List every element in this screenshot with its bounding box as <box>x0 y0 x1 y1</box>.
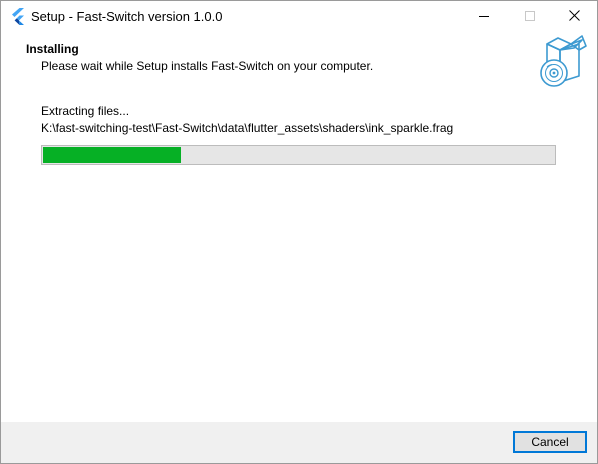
wizard-content: Extracting files... K:\fast-switching-te… <box>1 90 597 422</box>
window-title: Setup - Fast-Switch version 1.0.0 <box>31 9 223 24</box>
status-label: Extracting files... <box>41 104 130 118</box>
progress-bar <box>41 145 556 165</box>
wizard-footer: Cancel <box>1 422 597 463</box>
minimize-button[interactable] <box>461 1 507 32</box>
close-icon <box>568 9 580 24</box>
minimize-icon <box>479 10 489 24</box>
maximize-button <box>507 1 553 32</box>
flutter-logo-icon <box>11 8 25 25</box>
close-button[interactable] <box>551 1 597 32</box>
page-title: Installing <box>26 42 79 56</box>
installer-box-disc-icon <box>538 34 588 90</box>
title-bar[interactable]: Setup - Fast-Switch version 1.0.0 <box>1 1 597 32</box>
cancel-button[interactable]: Cancel <box>513 431 587 453</box>
wizard-header: Installing Please wait while Setup insta… <box>1 32 597 90</box>
progress-bar-fill <box>43 147 181 163</box>
page-subtitle: Please wait while Setup installs Fast-Sw… <box>41 59 374 73</box>
maximize-icon <box>525 10 535 24</box>
setup-window: Setup - Fast-Switch version 1.0.0 Instal… <box>0 0 598 464</box>
current-file-path: K:\fast-switching-test\Fast-Switch\data\… <box>41 121 454 135</box>
